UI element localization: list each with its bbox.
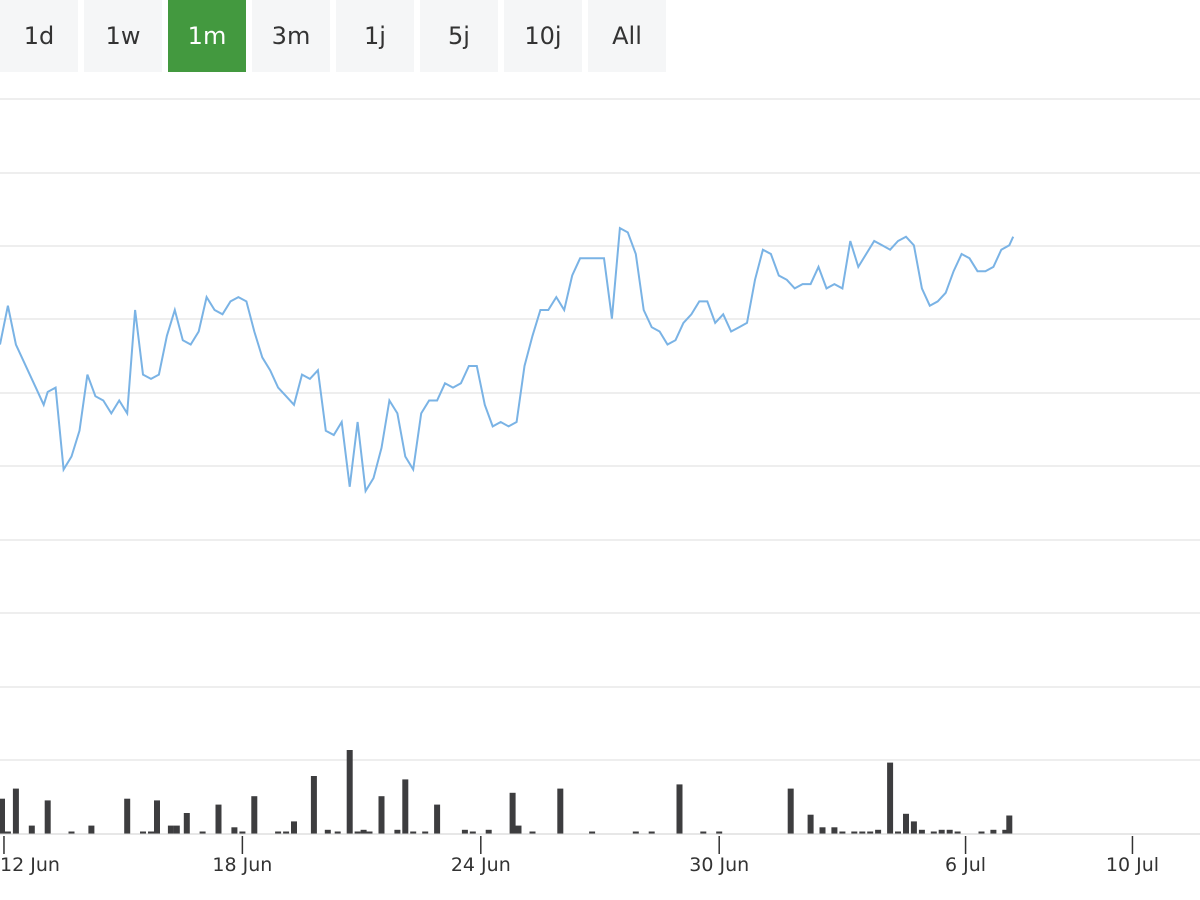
volume-bars [0, 750, 1013, 834]
x-tick-label: 18 Jun [212, 854, 272, 876]
volume-bar [515, 825, 522, 834]
volume-bar [394, 829, 401, 834]
x-tick-label: 30 Jun [689, 854, 749, 876]
volume-bar [676, 784, 683, 834]
volume-bar [0, 798, 5, 834]
volume-bar [875, 829, 882, 834]
volume-bar [291, 821, 297, 834]
x-tick-label: 6 Jul [945, 854, 986, 876]
volume-bar [251, 796, 258, 834]
volume-bar [44, 800, 51, 834]
price-line [0, 226, 1015, 494]
volume-bar [360, 829, 367, 834]
volume-bar [509, 792, 516, 834]
x-axis: 12 Jun 18 Jun 24 Jun 30 Jun 6 Jul 10 Jul [0, 833, 1200, 876]
volume-bar [461, 829, 468, 834]
volume-bar [938, 829, 945, 834]
volume-bar [990, 829, 997, 834]
volume-bar [910, 821, 917, 834]
volume-bar [12, 788, 19, 834]
volume-bar [887, 762, 894, 834]
volume-bar [28, 825, 35, 834]
volume-bar [231, 827, 238, 834]
volume-bar [831, 827, 838, 834]
volume-bar [346, 750, 353, 834]
volume-bar [402, 779, 409, 834]
volume-bar [1006, 815, 1013, 834]
volume-bar [434, 804, 441, 834]
x-tick-label: 24 Jun [451, 854, 511, 876]
volume-bar [807, 814, 814, 834]
grid-lines [0, 98, 1200, 761]
volume-bar [819, 827, 826, 834]
volume-bar [173, 825, 180, 834]
volume-bar [485, 829, 492, 834]
volume-bar [946, 829, 953, 834]
volume-bar [183, 813, 190, 834]
volume-bar [787, 788, 794, 834]
volume-bar [918, 829, 925, 834]
volume-bar [88, 825, 95, 834]
volume-bar [903, 813, 909, 834]
volume-bar [557, 788, 564, 834]
x-tick-label: 12 Jun [0, 854, 60, 876]
volume-bar [167, 825, 174, 834]
volume-bar [324, 829, 331, 834]
volume-bar [215, 804, 222, 834]
price-chart: 12 Jun 18 Jun 24 Jun 30 Jun 6 Jul 10 Jul [0, 98, 1200, 876]
volume-bar [124, 798, 131, 834]
volume-bar [154, 800, 160, 834]
x-tick-label: 10 Jul [1106, 854, 1159, 876]
volume-bar [378, 796, 385, 834]
volume-bar [310, 776, 317, 834]
